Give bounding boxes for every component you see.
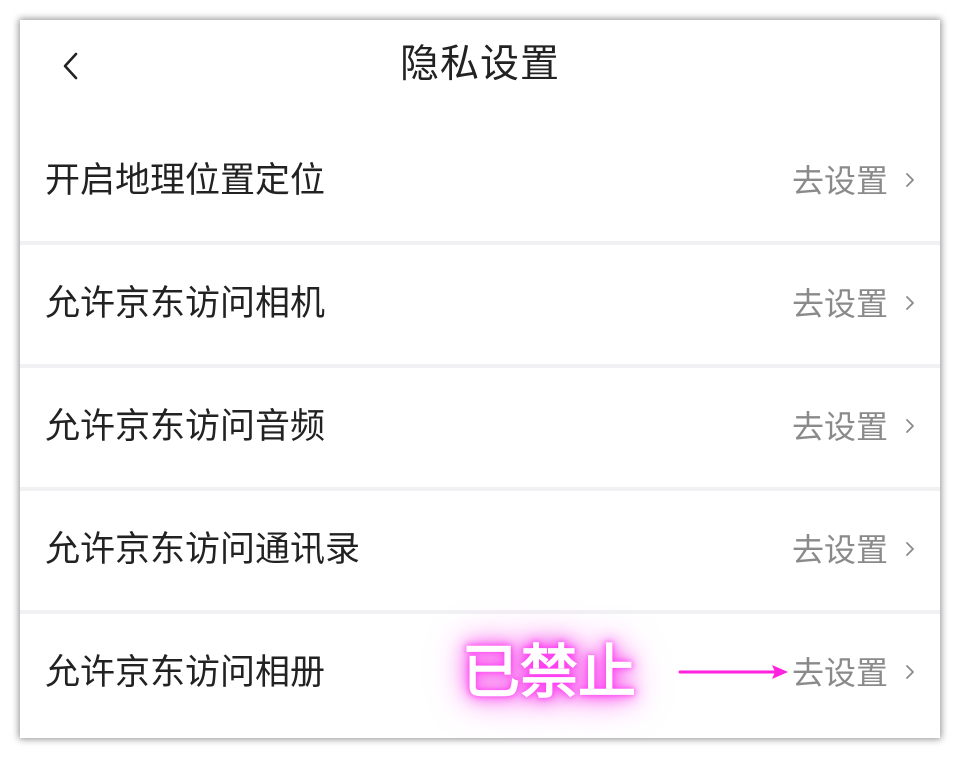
page-title: 隐私设置 xyxy=(399,42,560,87)
chevron-right-icon xyxy=(904,170,916,190)
disabled-annotation: 已禁止 xyxy=(462,638,637,706)
chevron-right-icon xyxy=(904,539,916,559)
setting-label: 允许京东访问通讯录 xyxy=(45,530,361,570)
header-bar: 隐私设置 xyxy=(20,20,940,122)
go-settings-link[interactable]: 去设置 xyxy=(792,614,888,733)
arrow-right-icon xyxy=(678,662,790,682)
go-settings-link[interactable]: 去设置 xyxy=(792,122,888,241)
go-settings-link[interactable]: 去设置 xyxy=(792,368,888,487)
setting-label: 允许京东访问音频 xyxy=(45,407,326,447)
chevron-right-icon xyxy=(904,416,916,436)
chevron-right-icon xyxy=(904,293,916,313)
setting-row-contacts[interactable]: 允许京东访问通讯录 去设置 xyxy=(20,491,940,614)
setting-row-location[interactable]: 开启地理位置定位 去设置 xyxy=(20,122,940,245)
setting-row-camera[interactable]: 允许京东访问相机 去设置 xyxy=(20,245,940,368)
setting-row-audio[interactable]: 允许京东访问音频 去设置 xyxy=(20,368,940,491)
go-settings-link[interactable]: 去设置 xyxy=(792,491,888,610)
chevron-right-icon xyxy=(904,662,916,682)
setting-label: 允许京东访问相册 xyxy=(45,653,326,693)
setting-label: 开启地理位置定位 xyxy=(45,161,326,201)
go-settings-link[interactable]: 去设置 xyxy=(792,245,888,364)
setting-label: 允许京东访问相机 xyxy=(45,284,326,324)
privacy-settings-screen: 隐私设置 开启地理位置定位 去设置 允许京东访问相机 去设置 允许京东访问音频 … xyxy=(20,20,940,738)
